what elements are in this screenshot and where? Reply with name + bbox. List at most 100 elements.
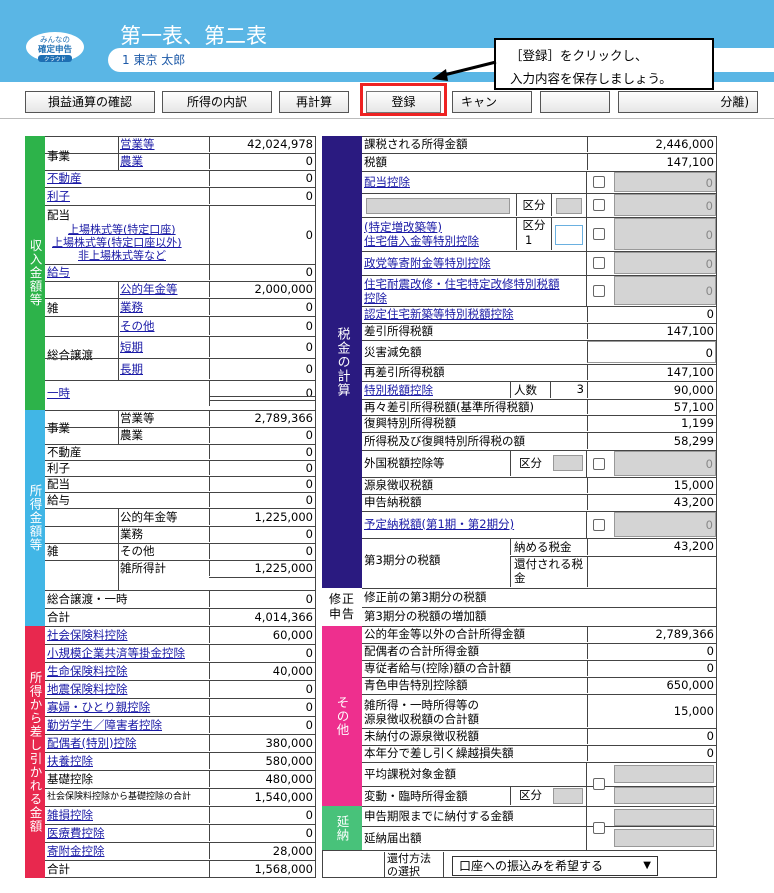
input-ennou[interactable]: [614, 829, 714, 847]
value-gyomu[interactable]: 0: [209, 299, 315, 315]
value-zeigaku[interactable]: 147,100: [587, 154, 716, 170]
value-seito[interactable]: 0: [614, 252, 716, 274]
value-nenkin-igai[interactable]: 2,789,366: [587, 627, 716, 642]
value-ninzu[interactable]: 3: [550, 382, 586, 398]
value-s-sonota[interactable]: 0: [209, 544, 315, 559]
value-zatsu-gensen[interactable]: 15,000: [587, 695, 716, 727]
value-jutaku[interactable]: 0: [614, 218, 716, 250]
checkbox[interactable]: [592, 228, 605, 240]
link-haito-kojo[interactable]: 配当控除: [364, 172, 584, 192]
link-taishin-b[interactable]: 控除: [364, 290, 584, 304]
link-nintei[interactable]: 認定住宅新築等特別税額控除: [364, 307, 584, 322]
value-s-eigyo[interactable]: 2,789,366: [209, 411, 315, 426]
link-nogyo[interactable]: 農業: [120, 154, 206, 169]
value-total[interactable]: 1,568,000: [209, 861, 315, 877]
value-seimei[interactable]: 40,000: [209, 663, 315, 679]
value-nenkin[interactable]: 2,000,000: [209, 282, 315, 297]
value-haito[interactable]: 0: [209, 206, 315, 264]
value-s-sogo[interactable]: 0: [209, 591, 315, 607]
link-haigu[interactable]: 配偶者(特別)控除: [47, 735, 207, 751]
refund-method-select[interactable]: 口座への振込みを希望する ▼: [452, 856, 658, 876]
link-ichiji[interactable]: 一時: [47, 381, 207, 406]
link-tokubetsu[interactable]: 特別税額控除: [364, 382, 504, 398]
input-hendo[interactable]: [614, 787, 714, 804]
link-jutaku-b[interactable]: 住宅借入金等特別控除: [364, 233, 514, 247]
value-s-haito[interactable]: 0: [209, 477, 315, 491]
checkbox-ennou[interactable]: [592, 822, 605, 834]
value-haigu[interactable]: 380,000: [209, 735, 315, 751]
link-seito[interactable]: 政党等寄附金等特別控除: [364, 252, 584, 274]
value-fudosan[interactable]: 0: [209, 171, 315, 186]
value-shakai[interactable]: 60,000: [209, 627, 315, 643]
value-taishin[interactable]: 0: [614, 276, 716, 305]
income-breakdown-button[interactable]: 所得の内訳: [162, 91, 272, 113]
value-sonota[interactable]: 0: [209, 317, 315, 335]
link-yotei[interactable]: 予定納税額(第1期・第2期分): [364, 512, 584, 537]
value-nogyo[interactable]: 0: [209, 154, 315, 169]
value-kiso[interactable]: 480,000: [209, 771, 315, 787]
value-tokubetsu[interactable]: 90,000: [587, 382, 716, 398]
value-kifu[interactable]: 28,000: [209, 843, 315, 859]
value-s-nogyo[interactable]: 0: [209, 428, 315, 443]
value-aoiro[interactable]: 650,000: [587, 678, 716, 693]
link-fudosan[interactable]: 不動産: [47, 171, 207, 186]
value-s-gyomu[interactable]: 0: [209, 527, 315, 542]
value-choki[interactable]: 0: [209, 359, 315, 379]
value-shinkoku[interactable]: 43,200: [587, 495, 716, 510]
link-haito-2[interactable]: 上場株式等(特定口座以外): [52, 234, 208, 248]
link-kyuyo[interactable]: 給与: [47, 265, 207, 280]
link-kifu[interactable]: 寄附金控除: [47, 843, 207, 859]
value-zasson[interactable]: 0: [209, 807, 315, 823]
input-kubun-5[interactable]: [555, 225, 583, 245]
toolbar-button-hidden[interactable]: [540, 91, 610, 113]
value-s-nenkin[interactable]: 1,225,000: [209, 509, 315, 525]
checkbox-heikin[interactable]: [592, 778, 605, 790]
link-shakai[interactable]: 社会保険料控除: [47, 627, 207, 643]
link-haito-3[interactable]: 非上場株式等など: [78, 247, 208, 261]
value-s-zatsukei[interactable]: 1,225,000: [209, 561, 315, 576]
value-kinro[interactable]: 0: [209, 717, 315, 733]
value-yotei[interactable]: 0: [614, 512, 716, 537]
checkbox[interactable]: [592, 176, 605, 188]
value-row4[interactable]: 0: [614, 194, 716, 216]
link-eigyo[interactable]: 営業等: [120, 137, 206, 152]
input-heikin[interactable]: [614, 765, 714, 783]
value-iryo[interactable]: 0: [209, 825, 315, 841]
loss-offset-button[interactable]: 損益通算の確認: [25, 91, 155, 113]
value-fukko[interactable]: 1,199: [587, 416, 716, 431]
value-senju[interactable]: 0: [587, 661, 716, 676]
separate-tax-button[interactable]: 分離): [618, 91, 758, 113]
value-s-fudosan[interactable]: 0: [209, 445, 315, 459]
value-gensen[interactable]: 15,000: [587, 478, 716, 493]
link-fuyo[interactable]: 扶養控除: [47, 753, 207, 769]
link-zasson[interactable]: 雑損控除: [47, 807, 207, 823]
checkbox[interactable]: [592, 518, 605, 531]
value-osameru[interactable]: 43,200: [587, 539, 716, 555]
link-gyomu[interactable]: 業務: [120, 299, 206, 315]
value-subtotal[interactable]: 1,540,000: [209, 789, 315, 805]
checkbox[interactable]: [592, 457, 605, 470]
value-haito-kojo[interactable]: 0: [614, 172, 716, 192]
link-jishin[interactable]: 地震保険料控除: [47, 681, 207, 697]
value-nintei[interactable]: 0: [587, 307, 716, 322]
value-kafu[interactable]: 0: [209, 699, 315, 715]
link-jutaku-a[interactable]: (特定増改築等): [364, 219, 514, 233]
value-minofu[interactable]: 0: [587, 729, 716, 744]
value-ichiji[interactable]: 0: [209, 381, 315, 406]
recalculate-button[interactable]: 再計算: [279, 91, 349, 113]
value-saigai[interactable]: 0: [587, 341, 716, 363]
input-kigen[interactable]: [614, 809, 714, 826]
value-eigyo[interactable]: 42,024,978: [209, 137, 315, 152]
link-kinro[interactable]: 勤労学生／障害者控除: [47, 717, 207, 733]
link-seimei[interactable]: 生命保険料控除: [47, 663, 207, 679]
select-kubun-o9[interactable]: [553, 788, 583, 804]
select-kubun-16[interactable]: [553, 455, 583, 471]
value-s-kyuyo[interactable]: 0: [209, 493, 315, 507]
value-s-total[interactable]: 4,014,366: [209, 609, 315, 625]
select-kubun-4[interactable]: [556, 198, 582, 214]
value-sashihiki[interactable]: 147,100: [587, 324, 716, 339]
value-kazei[interactable]: 2,446,000: [587, 137, 716, 152]
value-saisashihiki[interactable]: 147,100: [587, 365, 716, 380]
link-taishin-a[interactable]: 住宅耐震改修・住宅特定改修特別税額: [364, 276, 584, 290]
link-kafu[interactable]: 寡婦・ひとり親控除: [47, 699, 207, 715]
